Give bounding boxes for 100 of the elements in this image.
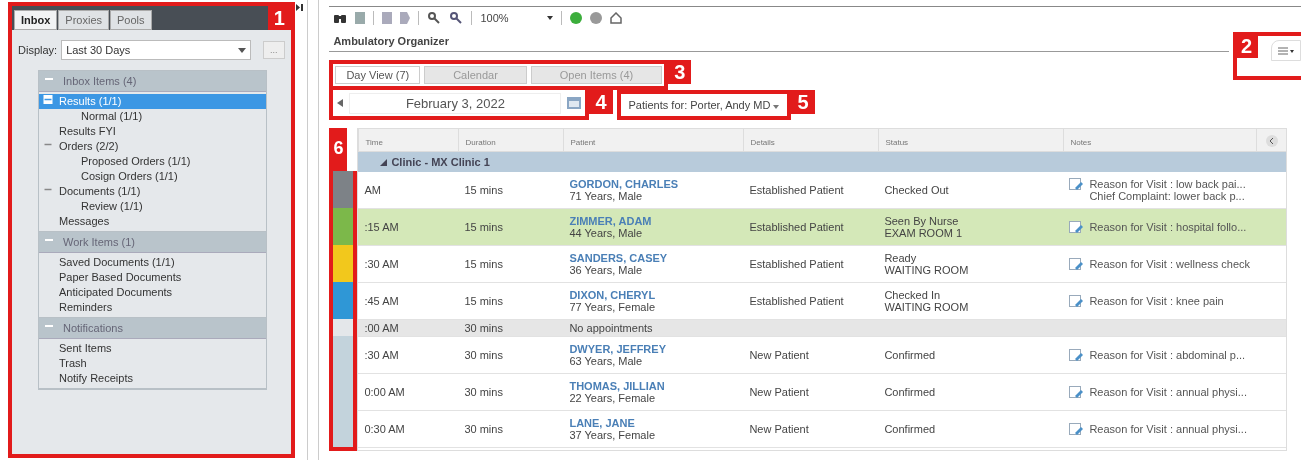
table-cell-text: AM: [363, 183, 382, 198]
zoom-in-icon[interactable]: [449, 12, 464, 24]
tree-item[interactable]: Trash: [39, 356, 266, 371]
date-field[interactable]: February 3, 2022: [349, 92, 562, 114]
tree-item[interactable]: Saved Documents (1/1): [39, 255, 266, 270]
table-cell-text: 30 mins: [463, 385, 504, 400]
provider-dropdown[interactable]: Patients for: Porter, Andy MD: [628, 99, 780, 111]
tree-item[interactable]: Sent Items: [39, 341, 266, 356]
splitter-handle[interactable]: [295, 4, 303, 11]
column-header[interactable]: Duration: [458, 129, 564, 151]
table-cell-text: 30 mins: [463, 422, 504, 437]
display-dropdown[interactable]: Last 30 Days: [61, 40, 251, 60]
tree-item[interactable]: Notify Receipts: [39, 371, 266, 386]
patient-link[interactable]: DWYER, JEFFREY: [569, 343, 666, 355]
panel-tab[interactable]: Pools: [110, 10, 152, 30]
note-text: Reason for Visit : wellness check: [1089, 258, 1250, 270]
table-cell-text: Established Patient: [748, 183, 845, 198]
status-text: WAITING ROOM: [884, 301, 969, 313]
note-icon[interactable]: [1069, 258, 1084, 270]
appointment-row[interactable]: :15 AM 15 mins ZIMMER, ADAM 44 Years, Male Established Patient Seen By Nurse EXAM ROOM 1 Reason for Visit : hospital follo...: [358, 209, 1286, 246]
patient-link[interactable]: GORDON, CHARLES: [569, 178, 679, 190]
caret-icon: [773, 105, 780, 109]
table-cell-text: :45 AM: [363, 294, 400, 309]
table-cell-text: 15 mins: [463, 294, 504, 309]
patient-link[interactable]: DIXON, CHERYL: [569, 289, 656, 301]
table-cell-text: Established Patient: [748, 220, 845, 235]
calendar-icon[interactable]: [567, 97, 582, 109]
collapse-icon[interactable]: [1265, 135, 1278, 147]
table-cell-text: :30 AM: [363, 348, 400, 363]
page-icon[interactable]: [400, 12, 411, 24]
status-text: EXAM ROOM 1: [884, 227, 963, 239]
callout-number: 3: [668, 60, 692, 84]
group-row[interactable]: Clinic - MX Clinic 1: [358, 152, 1286, 172]
patient-link[interactable]: LANE, JANE: [569, 417, 635, 429]
note-text: Chief Complaint: lower back p...: [1089, 190, 1245, 202]
table-cell-text: No appointments: [568, 321, 654, 336]
note-text: Reason for Visit : abdominal p...: [1089, 349, 1246, 361]
table-cell-text: New Patient: [748, 422, 810, 437]
panel-tab[interactable]: Inbox: [14, 10, 58, 30]
column-header[interactable]: Details: [743, 129, 879, 151]
status-text: Checked In: [884, 289, 941, 301]
note-icon[interactable]: [1069, 349, 1084, 361]
patient-info: 22 Years, Female: [569, 392, 656, 404]
note-text: Reason for Visit : low back pai...: [1089, 178, 1246, 190]
tree-item[interactable]: Messages: [39, 214, 266, 229]
table-cell-text: New Patient: [748, 348, 810, 363]
status-text: Ready: [884, 252, 917, 264]
status-text: Confirmed: [884, 386, 936, 398]
page-icon[interactable]: [355, 12, 366, 24]
note-text: Reason for Visit : annual physi...: [1089, 386, 1247, 398]
table-cell-text: :30 AM: [363, 257, 400, 272]
tree-item[interactable]: Normal (1/1): [39, 109, 266, 124]
zoom-out-icon[interactable]: [427, 12, 442, 24]
note-icon[interactable]: [1069, 386, 1084, 398]
zoom-dropdown[interactable]: 100%: [480, 12, 553, 24]
status-text: Checked Out: [884, 184, 949, 196]
tree-item[interactable]: Cosign Orders (1/1): [39, 169, 266, 184]
table-cell-text: New Patient: [748, 385, 810, 400]
page-icon[interactable]: [382, 12, 393, 24]
page-title: Ambulatory Organizer: [333, 35, 449, 47]
callout-number: 6: [329, 128, 348, 171]
note-icon[interactable]: [1069, 221, 1084, 233]
tree-item[interactable]: Anticipated Documents: [39, 285, 266, 300]
note-text: Reason for Visit : hospital follo...: [1089, 221, 1247, 233]
status-dot-icon[interactable]: [589, 12, 602, 24]
note-icon[interactable]: [1069, 423, 1084, 435]
note-icon[interactable]: [1069, 178, 1084, 190]
panel-tab[interactable]: Proxies: [58, 10, 110, 30]
menu-button[interactable]: [1271, 40, 1301, 61]
tree-item[interactable]: Proposed Orders (1/1): [39, 154, 266, 169]
tree-item[interactable]: Reminders: [39, 300, 266, 315]
note-text: Reason for Visit : annual physi...: [1089, 423, 1247, 435]
column-header[interactable]: Status: [878, 129, 1064, 151]
note-icon[interactable]: [1069, 295, 1084, 307]
tree-item[interactable]: Review (1/1): [39, 199, 266, 214]
callout-number: 2: [1235, 34, 1259, 58]
binoculars-icon[interactable]: [333, 12, 348, 24]
column-header[interactable]: Time: [358, 129, 459, 151]
tree-item[interactable]: Orders (2/2): [39, 139, 266, 154]
tree-item[interactable]: Results FYI: [39, 124, 266, 139]
patient-link[interactable]: THOMAS, JILLIAN: [569, 380, 665, 392]
table-cell-text: 0:00 AM: [363, 385, 406, 400]
previous-day-icon[interactable]: [337, 99, 344, 107]
tree-item[interactable]: Documents (1/1): [39, 184, 266, 199]
status-dot-icon[interactable]: [569, 12, 582, 24]
column-header[interactable]: Notes: [1063, 129, 1256, 151]
callout-number: 4: [589, 90, 613, 114]
home-icon[interactable]: [609, 12, 622, 24]
status-text: Confirmed: [884, 423, 936, 435]
column-header[interactable]: Patient: [563, 129, 744, 151]
patient-info: 36 Years, Male: [569, 264, 643, 276]
table-cell-text: Established Patient: [748, 257, 845, 272]
table-cell-text: 30 mins: [463, 348, 504, 363]
patient-link[interactable]: SANDERS, CASEY: [569, 252, 668, 264]
callout-number: 1: [267, 6, 291, 30]
view-tab[interactable]: Day View (7): [335, 66, 421, 84]
patient-info: 77 Years, Female: [569, 301, 656, 313]
tree-item[interactable]: Paper Based Documents: [39, 270, 266, 285]
caret-icon: [546, 16, 553, 20]
note-text: Reason for Visit : knee pain: [1089, 295, 1224, 307]
